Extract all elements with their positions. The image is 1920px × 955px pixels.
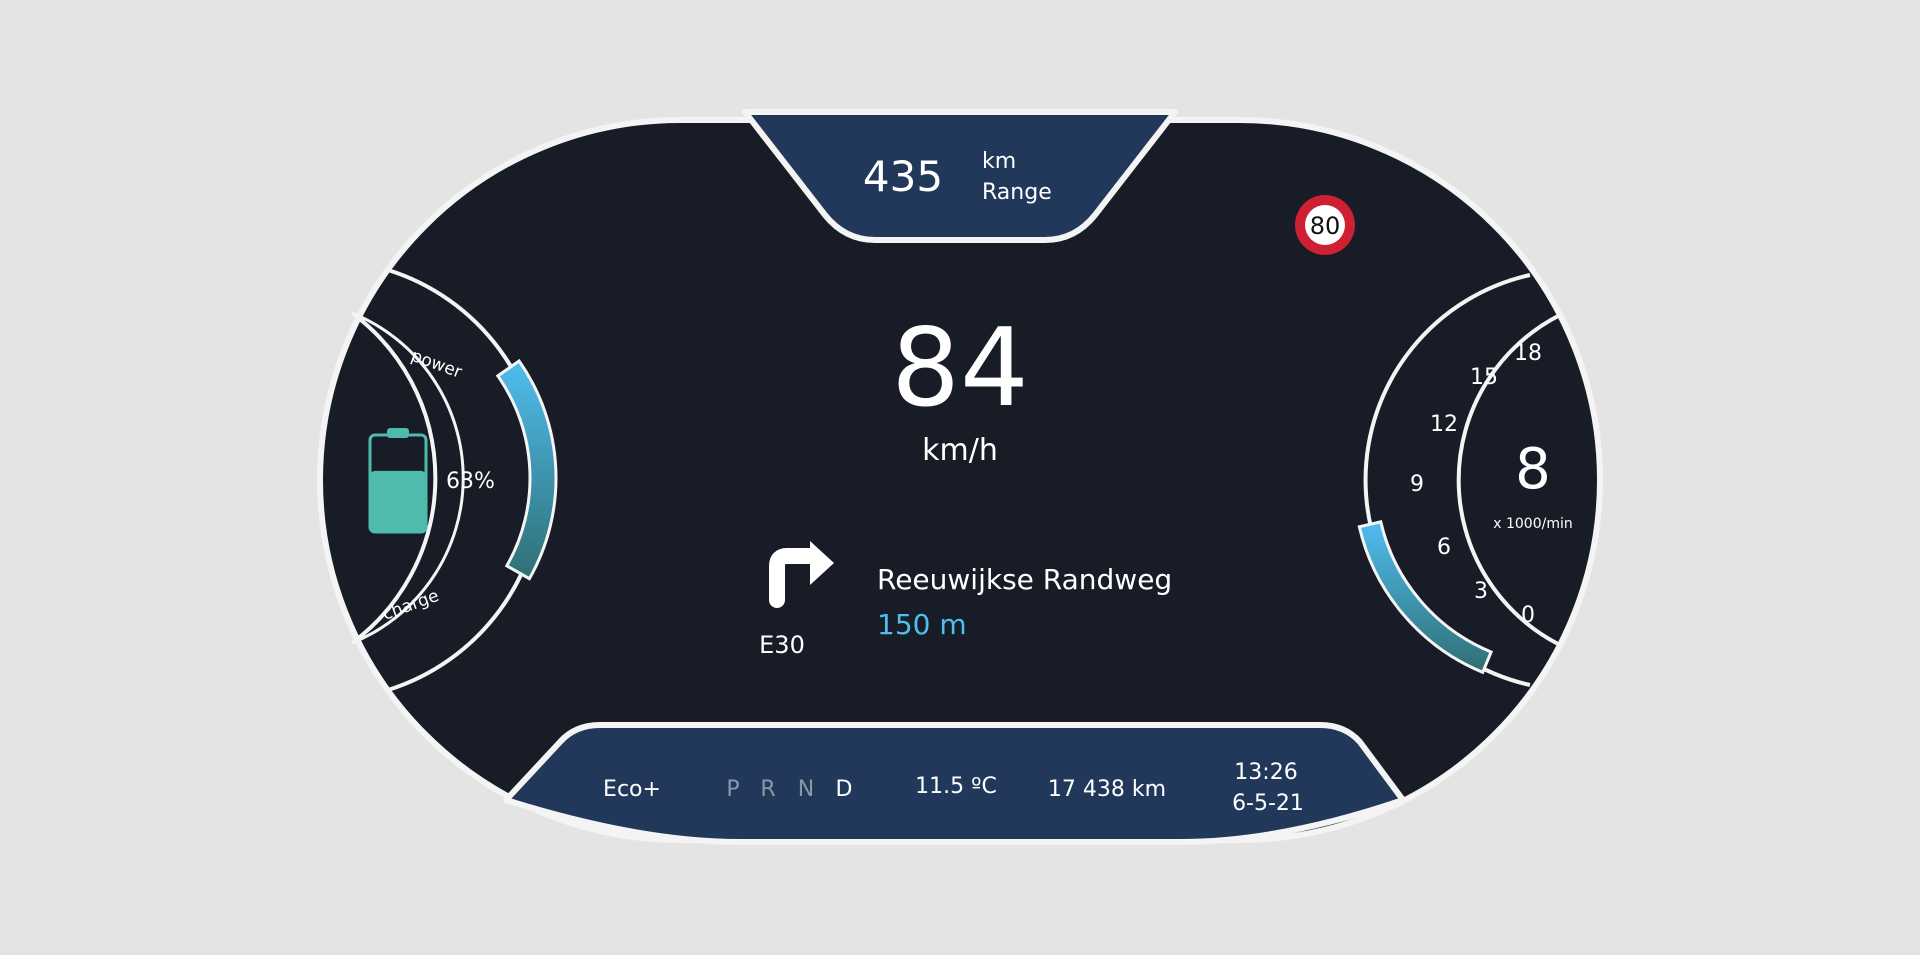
speed-limit-value: 80 — [1310, 212, 1341, 240]
rpm-scale-9: 9 — [1410, 472, 1424, 497]
rpm-scale-3: 3 — [1474, 579, 1488, 604]
rpm-scale-15: 15 — [1470, 365, 1498, 390]
battery-fill — [370, 470, 426, 532]
street-name: Reeuwijkse Randweg — [877, 563, 1172, 596]
clock-date: 6-5-21 — [1232, 791, 1304, 816]
gear-p: P — [726, 777, 739, 802]
instrument-cluster: 435 km Range 80 84 km/h power charge 63%… — [317, 109, 1603, 845]
range-value: 435 — [863, 152, 943, 201]
odometer: 17 438 km — [1048, 777, 1166, 802]
rpm-value: 8 — [1515, 437, 1551, 502]
battery-percent: 63% — [446, 469, 495, 494]
rpm-scale-6: 6 — [1437, 535, 1451, 560]
rpm-scale-0: 0 — [1521, 603, 1535, 628]
rpm-unit: x 1000/min — [1493, 516, 1572, 532]
speed-limit-sign: 80 — [1295, 195, 1355, 255]
road-number: E30 — [759, 631, 805, 659]
range-label: Range — [982, 180, 1052, 205]
rpm-scale-18: 18 — [1514, 341, 1542, 366]
gear-r: R — [760, 777, 775, 802]
drive-mode: Eco+ — [603, 777, 661, 802]
range-unit: km — [982, 149, 1016, 174]
clock-time: 13:26 — [1234, 760, 1297, 785]
turn-distance: 150 m — [877, 608, 967, 641]
gear-d: D — [836, 777, 853, 802]
outside-temperature: 11.5 ºC — [915, 774, 997, 799]
speed-value: 84 — [891, 306, 1028, 431]
speed-unit: km/h — [922, 433, 998, 468]
gear-n: N — [798, 777, 814, 802]
rpm-scale-12: 12 — [1430, 412, 1458, 437]
